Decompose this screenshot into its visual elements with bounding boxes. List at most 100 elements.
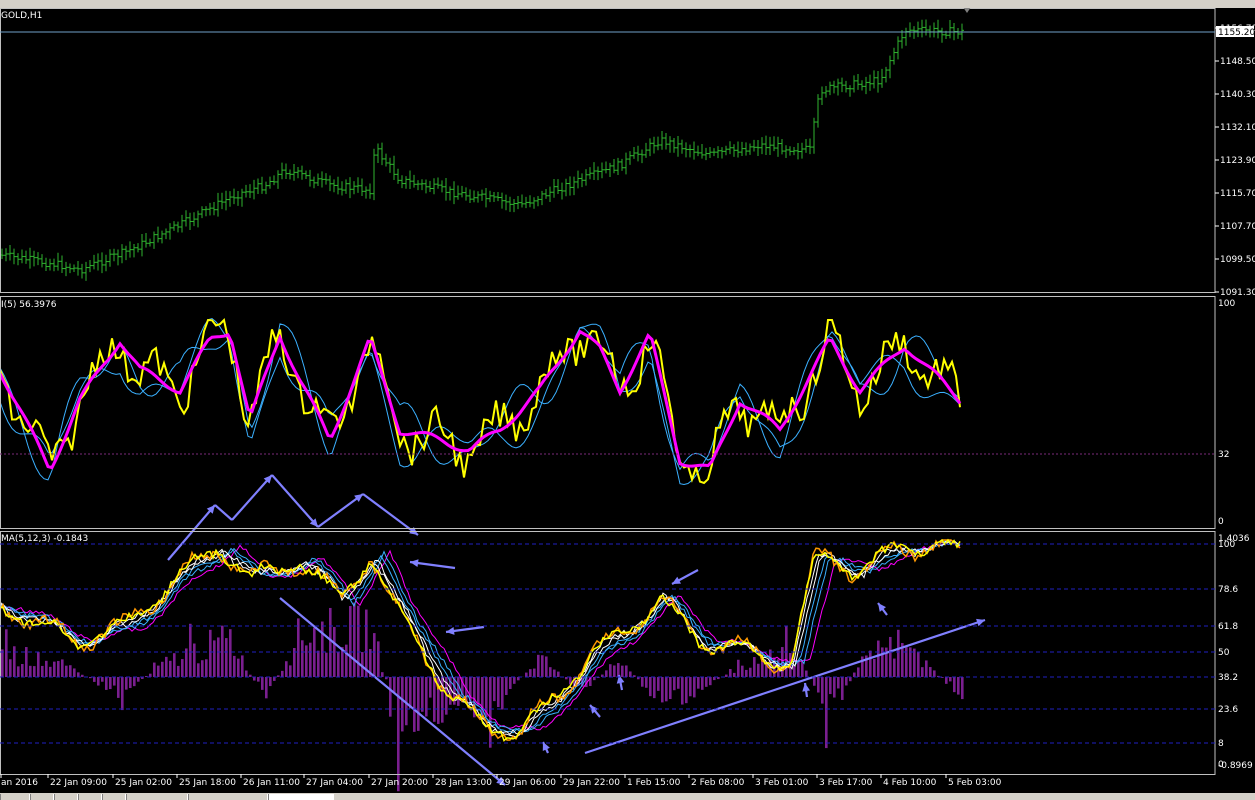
histogram-bar <box>49 666 52 677</box>
stoch-slow-line <box>0 541 961 731</box>
histogram-bar <box>309 642 312 677</box>
histogram-bar <box>13 646 16 677</box>
price-tick-label: 1148.50 <box>1220 57 1255 67</box>
histogram-bar <box>793 666 796 677</box>
rsi-tick-label: 100 <box>1218 299 1235 309</box>
chart-tab[interactable] <box>30 794 54 800</box>
histogram-bar <box>305 645 308 677</box>
histogram-bar <box>273 677 276 681</box>
histogram-bar <box>953 677 956 693</box>
histogram-bar <box>513 677 516 684</box>
histogram-bar <box>265 677 268 699</box>
rsi-tick-label: 0 <box>1218 517 1224 527</box>
histogram-bar <box>833 677 836 698</box>
histogram-bar <box>65 665 68 677</box>
histogram-bar <box>409 677 412 709</box>
histogram-bar <box>377 641 380 677</box>
histogram-bar <box>181 659 184 677</box>
panel-frame <box>0 531 1216 775</box>
stoch-panel-label: MA(5,12,3) -0.1843 <box>1 534 88 544</box>
histogram-bar <box>353 602 356 677</box>
histogram-bar <box>365 609 368 677</box>
histogram-bar <box>745 669 748 677</box>
chart-tab-active[interactable] <box>268 794 334 800</box>
histogram-bar <box>257 677 260 682</box>
histogram-bar <box>757 663 760 677</box>
histogram-bar <box>677 677 680 689</box>
histogram-bar <box>665 677 668 702</box>
chart-tab[interactable] <box>78 794 102 800</box>
histogram-bar <box>197 663 200 677</box>
histogram-bar <box>417 677 420 731</box>
time-label: 28 Jan 13:00 <box>435 778 492 788</box>
histogram-bar <box>269 677 272 687</box>
annotation-line <box>317 493 364 528</box>
time-label: 29 Jan 06:00 <box>499 778 556 788</box>
chart-tab[interactable] <box>126 794 188 800</box>
histogram-bar <box>497 677 500 708</box>
histogram-bar <box>753 657 756 677</box>
histogram-bar <box>661 677 664 703</box>
price-tick-label: 1099.50 <box>1220 255 1255 265</box>
annotation-arrowhead <box>976 618 985 627</box>
histogram-bar <box>429 677 432 698</box>
histogram-bar <box>609 664 612 677</box>
histogram-bar <box>129 677 132 689</box>
time-label: 2 Feb 08:00 <box>691 778 745 788</box>
histogram-bar <box>477 677 480 707</box>
histogram-bar <box>389 677 392 717</box>
annotation-line <box>231 474 273 521</box>
histogram-bar <box>749 667 752 677</box>
price-tick-label: 1132.10 <box>1220 123 1255 133</box>
histogram-bar <box>849 677 852 682</box>
time-label: 26 Jan 11:00 <box>243 778 300 788</box>
stoch-tick-label: 100 <box>1218 540 1235 550</box>
histogram-bar <box>221 625 224 677</box>
stoch-tick-label: 78.6 <box>1218 585 1238 595</box>
histogram-bar <box>841 677 844 700</box>
histogram-bar <box>489 677 492 748</box>
time-label: an 2016 <box>1 778 38 788</box>
histogram-bar <box>669 677 672 700</box>
histogram-bar <box>349 606 352 677</box>
histogram-bar <box>381 672 384 677</box>
histogram-bar <box>681 677 684 705</box>
histogram-bar <box>733 672 736 677</box>
histogram-bar <box>289 665 292 677</box>
price-tick-label: 1091.30 <box>1220 288 1255 298</box>
histogram-bar <box>117 677 120 698</box>
histogram-bar <box>945 677 948 684</box>
histogram-bar <box>829 677 832 695</box>
chart-tab[interactable] <box>0 794 30 800</box>
chart-tab[interactable] <box>188 794 268 800</box>
rsi-panel-label: I(5) 56.3976 <box>1 300 57 310</box>
chart-tab[interactable] <box>102 794 126 800</box>
histogram-bar <box>173 653 176 677</box>
histogram-bar <box>933 670 936 677</box>
histogram-bar <box>737 659 740 677</box>
annotation-arrows <box>167 474 986 786</box>
histogram-bar <box>189 623 192 677</box>
histogram-bar <box>93 677 96 682</box>
histogram-bar <box>621 665 624 677</box>
histogram-bar <box>21 664 24 677</box>
histogram-bar <box>77 672 80 677</box>
histogram-bar <box>253 677 256 681</box>
histogram-bar <box>285 661 288 677</box>
histogram-bar <box>673 677 676 691</box>
histogram-bar <box>321 621 324 677</box>
histogram-bar <box>505 677 508 695</box>
histogram-bar <box>157 665 160 677</box>
histogram-bar <box>541 655 544 677</box>
histogram-bar <box>537 654 540 677</box>
histogram-bar <box>425 677 428 717</box>
histogram-bar <box>741 665 744 677</box>
histogram-bar <box>725 674 728 677</box>
annotation-line <box>214 504 233 521</box>
histogram-bar <box>57 660 60 677</box>
histogram-bar <box>689 677 692 697</box>
chart-tab[interactable] <box>54 794 78 800</box>
time-label: 27 Jan 04:00 <box>306 778 363 788</box>
histogram-bar <box>333 626 336 677</box>
histogram-bar <box>325 652 328 677</box>
